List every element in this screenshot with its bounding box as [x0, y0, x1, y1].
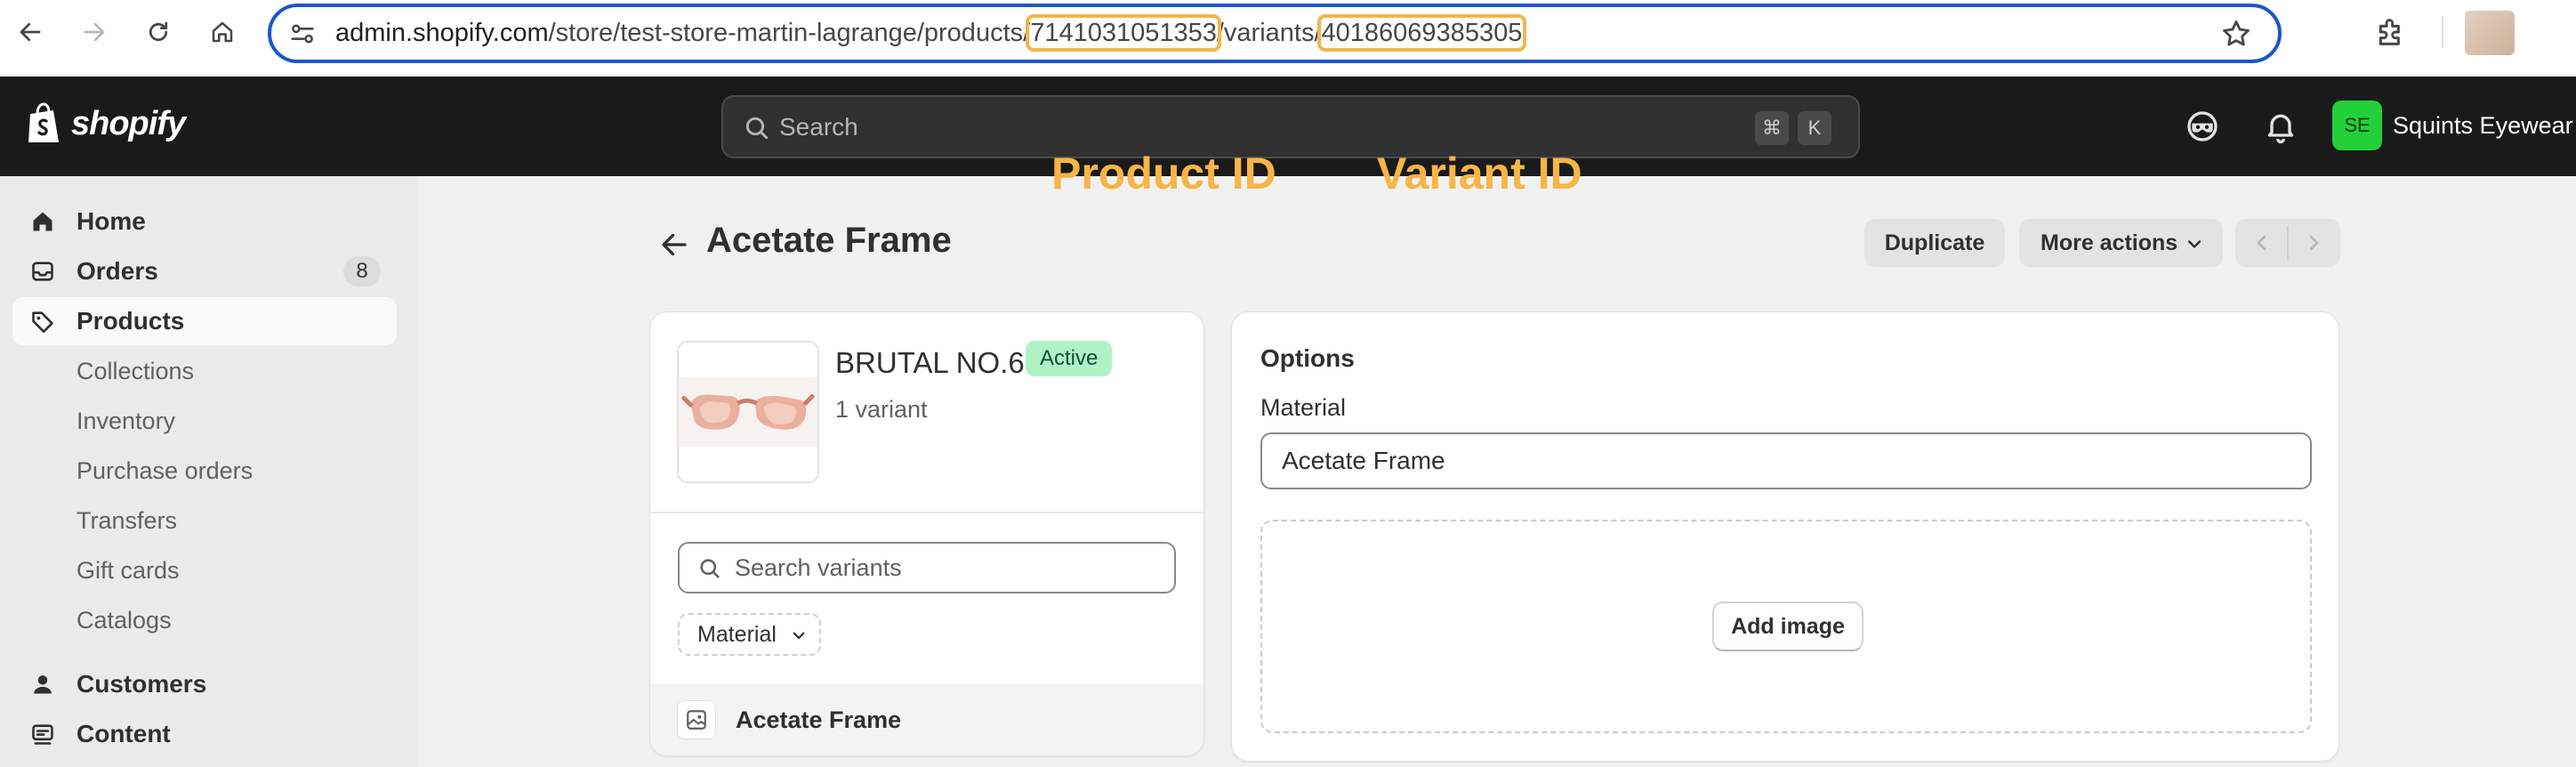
duplicate-button[interactable]: Duplicate: [1864, 219, 2005, 267]
pager-divider: [2287, 226, 2289, 260]
url-host: admin.shopify.com: [335, 19, 549, 47]
filter-label: Material: [697, 622, 777, 647]
product-variants-card: BRUTAL NO.6 Active 1 variant Search vari…: [649, 311, 1204, 756]
inbox-icon: [32, 262, 53, 281]
variant-count: 1 variant: [835, 396, 928, 423]
chevron-down-icon: [793, 632, 805, 640]
search-variants-input[interactable]: Search variants: [678, 542, 1176, 593]
browser-toolbar: admin.shopify.com/store/test-store-marti…: [0, 0, 2576, 76]
url-text[interactable]: admin.shopify.com/store/test-store-marti…: [335, 7, 1527, 60]
card-divider: [650, 512, 1203, 513]
sidebar-item-home[interactable]: Home: [12, 198, 397, 246]
site-settings-icon[interactable]: [287, 19, 318, 49]
add-image-button[interactable]: Add image: [1712, 601, 1864, 651]
material-input[interactable]: Acetate Frame: [1260, 432, 2312, 489]
sidebar-sub-transfers[interactable]: Transfers: [76, 507, 177, 535]
sidebar-sub-purchase-orders[interactable]: Purchase orders: [76, 457, 253, 485]
search-icon: [745, 117, 769, 140]
shopify-topbar: shopify Search ⌘ K Product ID Variant ID…: [0, 77, 2576, 198]
shopify-logo[interactable]: shopify: [25, 101, 186, 146]
sidebar: Home Orders 8 Products Collections Inven…: [0, 176, 418, 767]
person-icon: [34, 675, 52, 694]
sidekick-icon[interactable]: [2185, 109, 2220, 144]
content-icon: [32, 724, 53, 745]
reload-icon[interactable]: [141, 14, 176, 50]
url-path: /store/test-store-martin-lagrange/produc…: [548, 19, 1031, 47]
shortcut-cmd-key: ⌘: [1755, 111, 1789, 145]
annotation-product-id: Product ID: [1051, 149, 1276, 198]
forward-icon[interactable]: [76, 14, 112, 50]
product-name[interactable]: BRUTAL NO.6: [835, 346, 1025, 380]
sidebar-item-products[interactable]: Products: [12, 297, 397, 345]
options-card: Options Material Acetate Frame Add image: [1231, 311, 2339, 762]
previous-product-icon[interactable]: [2251, 232, 2273, 254]
sidebar-sub-catalogs[interactable]: Catalogs: [76, 607, 172, 634]
variant-image-placeholder: [677, 700, 716, 739]
home-browser-icon[interactable]: [205, 14, 240, 50]
global-search-input[interactable]: Search ⌘ K: [721, 95, 1860, 158]
chevron-down-icon: [2187, 240, 2202, 248]
orders-count-badge: 8: [343, 256, 381, 287]
search-variants-placeholder: Search variants: [735, 554, 902, 581]
logo-wordmark: shopify: [71, 104, 186, 142]
sidebar-item-label: Content: [76, 720, 171, 747]
sidebar-item-content[interactable]: Content: [12, 710, 397, 758]
product-thumbnail[interactable]: [677, 341, 819, 483]
sidebar-item-label: Orders: [76, 257, 158, 285]
store-avatar: SE: [2332, 101, 2382, 150]
url-variant-id: 40186069385305: [1316, 14, 1527, 52]
url-product-id: 7141031051353: [1026, 14, 1221, 52]
options-title: Options: [1260, 344, 1355, 372]
sidebar-item-label: Home: [76, 207, 146, 235]
image-dropzone[interactable]: Add image: [1260, 520, 2312, 733]
page-title: Acetate Frame: [706, 221, 952, 260]
sidebar-sub-gift-cards[interactable]: Gift cards: [76, 557, 180, 585]
sidebar-item-label: Products: [76, 307, 185, 335]
back-icon[interactable]: [12, 14, 48, 50]
image-icon: [687, 710, 706, 730]
next-product-icon[interactable]: [2303, 232, 2324, 254]
sidebar-item-orders[interactable]: Orders 8: [12, 247, 397, 295]
extensions-icon[interactable]: [2373, 14, 2409, 50]
home-icon: [33, 212, 52, 231]
variant-row[interactable]: Acetate Frame: [650, 684, 1203, 755]
product-pager: [2235, 219, 2340, 267]
bell-icon[interactable]: [2263, 109, 2298, 144]
material-field-label: Material: [1260, 394, 1347, 421]
store-name: Squints Eyewear: [2393, 111, 2573, 139]
more-actions-button[interactable]: More actions: [2019, 219, 2223, 267]
status-badge: Active: [1026, 341, 1113, 376]
material-filter-button[interactable]: Material: [678, 613, 821, 656]
sidebar-sub-inventory[interactable]: Inventory: [76, 408, 175, 435]
shopify-bag-icon: [28, 102, 59, 142]
shortcut-k-key: K: [1798, 111, 1831, 145]
annotation-variant-id: Variant ID: [1377, 149, 1582, 198]
bookmark-star-icon[interactable]: [2219, 17, 2253, 51]
tag-icon: [32, 311, 53, 333]
sidebar-item-label: Customers: [76, 670, 207, 698]
more-actions-label: More actions: [2041, 230, 2178, 255]
sidebar-sub-collections[interactable]: Collections: [76, 358, 194, 385]
variant-name: Acetate Frame: [736, 706, 902, 733]
sidebar-item-customers[interactable]: Customers: [12, 660, 397, 708]
back-arrow-icon[interactable]: [658, 229, 690, 261]
store-switcher[interactable]: SE Squints Eyewear: [2332, 101, 2573, 150]
search-icon: [700, 559, 720, 578]
search-placeholder: Search: [779, 113, 858, 141]
profile-avatar[interactable]: [2465, 11, 2515, 55]
toolbar-divider: [2442, 16, 2443, 48]
url-path-variants: /variants/: [1216, 19, 1322, 47]
glasses-image: [679, 377, 817, 447]
address-bar[interactable]: admin.shopify.com/store/test-store-marti…: [268, 4, 2282, 63]
